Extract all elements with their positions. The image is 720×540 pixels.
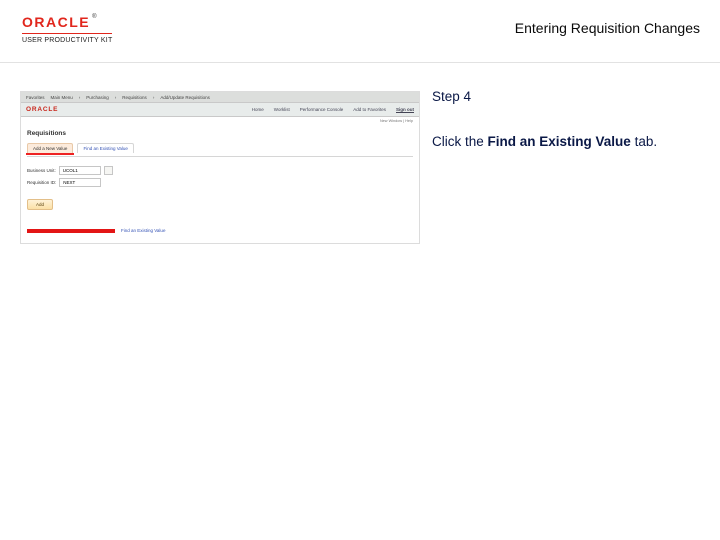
- business-unit-input[interactable]: [59, 166, 101, 175]
- nav-performance[interactable]: Performance Console: [300, 107, 344, 112]
- step-label: Step 4: [432, 89, 692, 104]
- instruction-bold: Find an Existing Value: [488, 134, 631, 149]
- tab-highlight: [26, 153, 74, 155]
- field-label: Business Unit:: [27, 168, 56, 173]
- crumb-item[interactable]: Main Menu: [51, 95, 73, 100]
- tab-add-new-value[interactable]: Add a New Value: [27, 143, 73, 153]
- nav-sign-out[interactable]: Sign out: [396, 107, 414, 112]
- brand-word: ORACLE: [22, 14, 90, 30]
- instruction-suffix: tab.: [631, 134, 657, 149]
- nav-add-favorites[interactable]: Add to Favorites: [353, 107, 386, 112]
- find-existing-value-link[interactable]: Find an Existing Value: [121, 228, 165, 233]
- crumb-item[interactable]: Add/Update Requisitions: [160, 95, 210, 100]
- nav-home[interactable]: Home: [252, 107, 264, 112]
- add-button[interactable]: Add: [27, 199, 53, 210]
- brand-subtitle: USER PRODUCTIVITY KIT: [22, 37, 112, 44]
- brand-block: ORACLE ® USER PRODUCTIVITY KIT: [22, 14, 112, 44]
- find-existing-value-highlight: [27, 229, 115, 233]
- trademark-icon: ®: [92, 14, 96, 20]
- page-title: Entering Requisition Changes: [515, 14, 700, 36]
- lookup-icon[interactable]: [104, 166, 113, 175]
- instruction-prefix: Click the: [432, 134, 488, 149]
- crumb-item[interactable]: Purchasing: [86, 95, 109, 100]
- app-breadcrumb: Favorites Main Menu › Purchasing › Requi…: [21, 92, 419, 102]
- app-screenshot: Favorites Main Menu › Purchasing › Requi…: [20, 91, 420, 244]
- tab-label: Add a New Value: [33, 146, 67, 151]
- field-business-unit: Business Unit:: [27, 166, 413, 175]
- instruction-line: Click the Find an Existing Value tab.: [432, 134, 692, 149]
- app-window-links[interactable]: New Window | Help: [21, 117, 419, 125]
- crumb-item[interactable]: Requisitions: [122, 95, 147, 100]
- crumb-item[interactable]: Favorites: [26, 95, 45, 100]
- tab-strip: Add a New Value Find an Existing Value: [27, 143, 413, 153]
- tab-find-existing-value[interactable]: Find an Existing Value: [77, 143, 133, 153]
- nav-worklist[interactable]: Worklist: [274, 107, 290, 112]
- app-page-heading: Requisitions: [27, 130, 413, 137]
- app-top-nav: Home Worklist Performance Console Add to…: [252, 107, 414, 112]
- requisition-id-input[interactable]: [59, 178, 101, 187]
- field-label: Requisition ID:: [27, 180, 56, 185]
- field-requisition-id: Requisition ID:: [27, 178, 413, 187]
- tab-label: Find an Existing Value: [83, 146, 127, 151]
- brand-divider: [22, 33, 112, 34]
- tab-underline: [27, 156, 413, 157]
- app-logo: ORACLE: [26, 106, 58, 113]
